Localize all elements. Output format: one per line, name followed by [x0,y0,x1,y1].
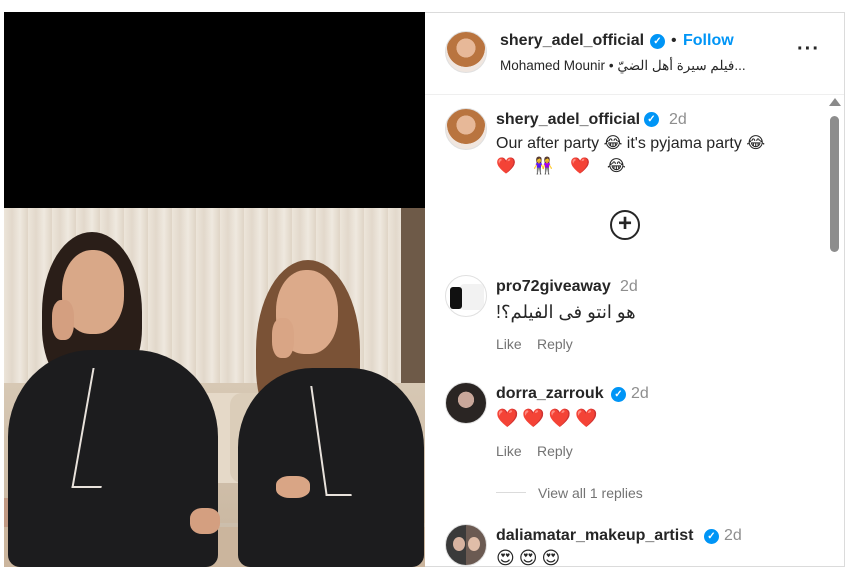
commenter-avatar[interactable] [445,524,487,566]
commenter-username[interactable]: daliamatar_makeup_artist [496,527,693,545]
comment-text: هو انتو فى الفيلم؟! [496,302,636,322]
commenter-username[interactable]: dorra_zarrouk [496,385,604,403]
verified-badge-icon: ✓ [704,529,719,544]
caption-text-part: it's pyjama party [626,135,742,152]
audio-separator: • [608,58,614,73]
comment-text: ❤️❤️❤️❤️ [496,408,602,429]
post-header: shery_adel_official ✓ • Follow ··· Moham… [425,12,845,95]
audio-ellipsis: ... [734,58,746,73]
post-media[interactable] [4,12,425,567]
commenter-avatar[interactable] [445,275,487,317]
view-replies-button[interactable]: View all 1 replies [538,485,643,501]
verified-badge-icon: ✓ [650,34,665,49]
plus-circle-icon[interactable]: + [610,210,640,240]
reply-comment-button[interactable]: Reply [537,443,573,459]
caption-text-part: Our after party [496,135,600,152]
verified-badge-icon: ✓ [644,112,659,127]
author-username[interactable]: shery_adel_official [500,32,644,50]
commenter-avatar[interactable] [445,382,487,424]
laughing-emoji-icon: 😂 [603,133,623,152]
caption-author-username[interactable]: shery_adel_official [496,111,640,129]
caption-author-avatar[interactable] [445,108,487,150]
laughing-emoji-icon: 😂 [746,133,766,152]
more-options-icon[interactable]: ··· [797,38,820,61]
scrollbar-thumb[interactable] [830,116,839,252]
comment-timestamp: 2d [724,527,742,544]
audio-info[interactable]: Mohamed Mounir • فيلم سيرة أهل الضيّ... [500,58,746,74]
photo-person-left [4,208,224,567]
caption-text: Our after party 😂 it's pyjama party 😂 [496,133,765,153]
replies-divider [496,492,526,493]
verified-badge-icon: ✓ [611,387,626,402]
caption-emoji-row: ❤️ 👭 ❤️ 😂 [496,156,632,175]
like-comment-button[interactable]: Like [496,336,522,352]
audio-title: فيلم سيرة أهل الضيّ [617,58,735,73]
comment-timestamp: 2d [631,385,649,402]
like-comment-button[interactable]: Like [496,443,522,459]
caption-timestamp: 2d [669,111,687,128]
comment-text: 😍😍😍 [496,548,565,567]
audio-artist: Mohamed Mounir [500,58,606,73]
follow-button[interactable]: Follow [683,32,734,50]
post-photo [4,208,425,567]
photo-person-right [232,208,425,567]
author-avatar[interactable] [445,31,487,73]
scroll-up-arrow-icon[interactable] [829,98,841,106]
commenter-username[interactable]: pro72giveaway [496,278,611,296]
header-separator: • [671,32,677,49]
reply-comment-button[interactable]: Reply [537,336,573,352]
post-panel: shery_adel_official ✓ • Follow ··· Moham… [425,12,845,567]
comment-timestamp: 2d [620,278,638,295]
